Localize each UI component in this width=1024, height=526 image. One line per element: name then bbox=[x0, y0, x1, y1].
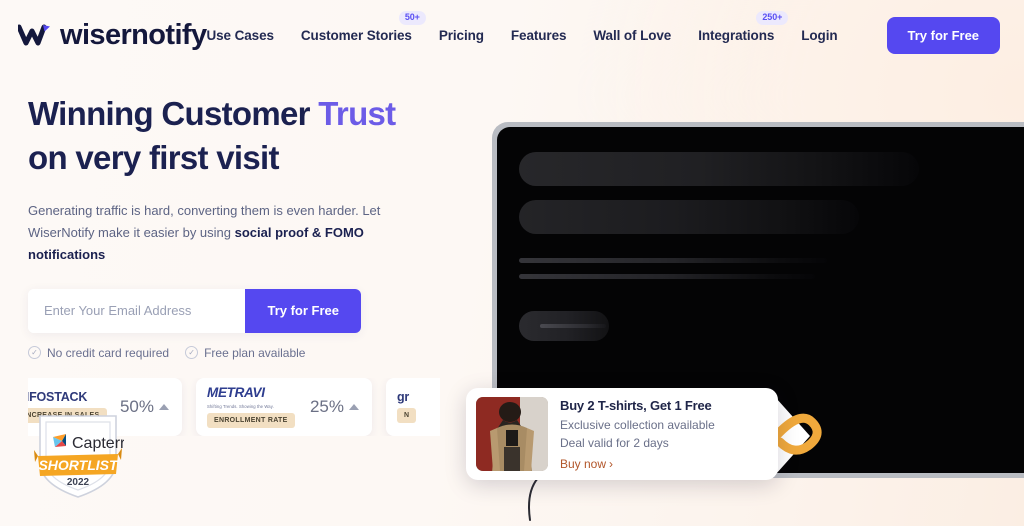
nav-link-pricing[interactable]: Pricing bbox=[439, 28, 484, 43]
stat-logo-label: INFOSTACK bbox=[28, 390, 88, 405]
page-title: Winning Customer Trust on very first vis… bbox=[28, 92, 468, 180]
notification-title: Buy 2 T-shirts, Get 1 Free bbox=[560, 398, 712, 414]
stat-value-number: 25% bbox=[309, 396, 344, 416]
headline-line-2: on very first visit bbox=[28, 138, 279, 176]
brand-logo[interactable]: wisernotify bbox=[16, 18, 207, 52]
social-proof-notification: Buy 2 T-shirts, Get 1 Free Exclusive col… bbox=[466, 388, 866, 484]
nav-badge-count: 50+ bbox=[398, 10, 426, 25]
hero-subtitle: Generating traffic is hard, converting t… bbox=[28, 200, 403, 267]
stat-logo-label: gr bbox=[397, 390, 410, 405]
buy-now-link[interactable]: Buy now › bbox=[560, 457, 715, 471]
stat-logo-label: METRAVI bbox=[207, 385, 265, 401]
nav-link-label: Integrations bbox=[698, 27, 775, 43]
nav-links: Use Cases Customer Stories 50+ Pricing F… bbox=[206, 10, 1001, 54]
nav-link-label: Customer Stories bbox=[300, 27, 412, 43]
signup-form: Try for Free bbox=[28, 288, 361, 333]
nav-link-label: Wall of Love bbox=[593, 27, 672, 43]
device-base-curve bbox=[510, 478, 550, 522]
check-circle-icon: ✓ bbox=[185, 346, 199, 360]
stat-card-metravi: METRAVI Shifting Trends. Showing the Way… bbox=[196, 377, 372, 436]
perks-list: ✓ No credit card required ✓ Free plan av… bbox=[28, 346, 468, 360]
skeleton-line bbox=[519, 258, 827, 263]
notification-card[interactable]: Buy 2 T-shirts, Get 1 Free Exclusive col… bbox=[466, 388, 778, 480]
wisernotify-w-mark-icon bbox=[16, 22, 52, 48]
top-navigation-bar: wisernotify Use Cases Customer Stories 5… bbox=[0, 0, 1024, 70]
award-title: SHORTLIST bbox=[38, 457, 119, 473]
skeleton-button bbox=[519, 311, 609, 341]
stat-card-next-partial: gr N bbox=[386, 377, 440, 436]
nav-link-label: Login bbox=[801, 27, 838, 43]
award-year: 2022 bbox=[67, 477, 90, 488]
nav-link-integrations[interactable]: Integrations 250+ bbox=[698, 10, 789, 43]
perk-label: No credit card required bbox=[47, 345, 170, 360]
capterra-wordmark: Capterra bbox=[72, 435, 124, 452]
perk-label: Free plan available bbox=[204, 345, 306, 360]
headline-accent-word: Trust bbox=[318, 95, 396, 132]
nav-link-login[interactable]: Login bbox=[801, 28, 837, 43]
nav-link-use-cases[interactable]: Use Cases bbox=[206, 27, 275, 43]
skeleton-block bbox=[519, 152, 919, 186]
nav-link-label: Features bbox=[510, 27, 567, 43]
perk-no-credit-card: ✓ No credit card required bbox=[28, 346, 169, 360]
skeleton-block bbox=[519, 200, 859, 234]
trend-up-icon bbox=[159, 403, 169, 410]
notification-line-2: Deal valid for 2 days bbox=[560, 436, 669, 450]
notification-line-1: Exclusive collection available bbox=[560, 418, 715, 433]
check-circle-icon: ✓ bbox=[28, 346, 41, 360]
stat-value: 50% bbox=[120, 397, 171, 417]
trend-up-icon bbox=[349, 403, 359, 410]
brand-name: wisernotify bbox=[60, 18, 207, 51]
nav-link-wall-of-love[interactable]: Wall of Love bbox=[593, 28, 671, 43]
nav-link-features[interactable]: Features bbox=[510, 27, 567, 43]
stat-metric-tag: ENROLLMENT RATE bbox=[207, 413, 295, 429]
nav-link-label: Pricing bbox=[438, 27, 484, 43]
notification-body: Buy 2 T-shirts, Get 1 Free Exclusive col… bbox=[560, 397, 715, 470]
stat-value-number: 50% bbox=[119, 396, 154, 416]
nav-link-customer-stories[interactable]: Customer Stories 50+ bbox=[300, 10, 426, 43]
chevron-right-icon: › bbox=[609, 456, 614, 471]
stat-value: 25% bbox=[310, 397, 361, 417]
skeleton-line bbox=[519, 274, 815, 279]
hero-content: Winning Customer Trust on very first vis… bbox=[28, 92, 468, 436]
nav-badge-count: 250+ bbox=[756, 10, 789, 25]
product-photo-thumbnail bbox=[476, 397, 548, 471]
buy-now-label: Buy now bbox=[560, 456, 607, 471]
stat-brand: gr N bbox=[397, 390, 417, 424]
stat-brand: METRAVI Shifting Trends. Showing the Way… bbox=[207, 385, 295, 429]
stat-metric-tag: N bbox=[397, 408, 417, 424]
email-field[interactable] bbox=[28, 288, 246, 333]
signup-submit-button[interactable]: Try for Free bbox=[245, 288, 361, 333]
nav-link-label: Use Cases bbox=[206, 27, 275, 43]
try-for-free-button[interactable]: Try for Free bbox=[886, 16, 1001, 54]
stat-logo-tagline: Shifting Trends. Showing the Way. bbox=[207, 404, 274, 410]
capterra-badge-icon: Capterra SHORTLIST 2022 bbox=[32, 412, 134, 500]
perk-free-plan: ✓ Free plan available bbox=[185, 346, 305, 360]
headline-line-1: Winning Customer bbox=[28, 95, 319, 132]
